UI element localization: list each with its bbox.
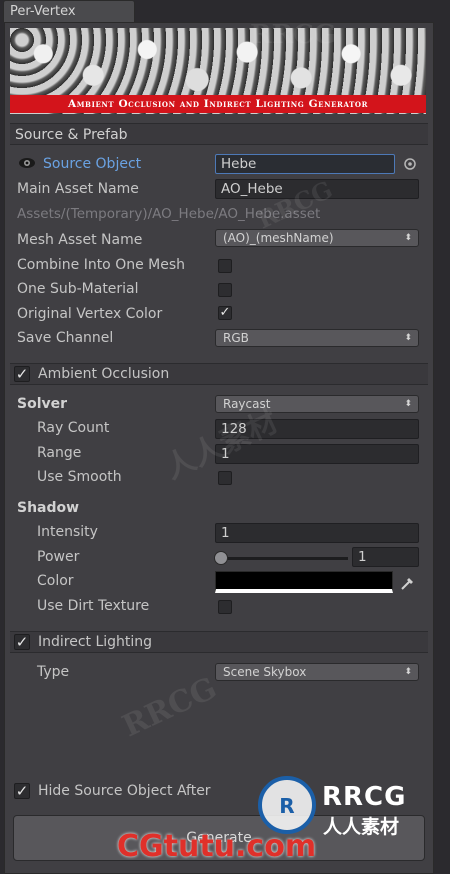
- svg-text:R: R: [279, 794, 294, 818]
- eye-icon[interactable]: [18, 155, 36, 171]
- save-channel-dropdown[interactable]: RGB ⬍: [215, 329, 419, 347]
- intensity-label: Intensity: [37, 524, 98, 540]
- check-icon: ✓: [15, 782, 29, 800]
- one-sub-material-label: One Sub-Material: [17, 281, 139, 297]
- main-asset-name-label: Main Asset Name: [17, 181, 139, 197]
- dropdown-arrow-icon: ⬍: [404, 399, 412, 409]
- power-slider-handle[interactable]: [214, 551, 228, 565]
- power-slider-track[interactable]: [218, 557, 348, 560]
- combine-mesh-label: Combine Into One Mesh: [17, 257, 186, 273]
- dropdown-arrow-icon: ⬍: [404, 333, 412, 343]
- object-picker-icon[interactable]: [403, 157, 417, 171]
- use-smooth-label: Use Smooth: [37, 469, 122, 485]
- check-icon: ✓: [15, 365, 29, 383]
- dropdown-arrow-icon: ⬍: [404, 667, 412, 677]
- type-label: Type: [37, 664, 70, 680]
- mesh-asset-name-value: (AO)_(meshName): [223, 231, 334, 245]
- color-label: Color: [37, 573, 74, 589]
- source-object-label: Source Object: [43, 156, 142, 172]
- original-vertex-color-checkbox[interactable]: ✓: [218, 306, 232, 320]
- check-icon: ✓: [219, 305, 231, 320]
- hide-source-label: Hide Source Object After: [38, 783, 211, 799]
- save-channel-label: Save Channel: [17, 330, 114, 346]
- section-header-source-prefab: Source & Prefab: [10, 123, 428, 145]
- original-vertex-color-label: Original Vertex Color: [17, 306, 163, 322]
- shadow-label: Shadow: [17, 500, 80, 516]
- source-object-field[interactable]: Hebe: [215, 154, 395, 174]
- combine-mesh-checkbox[interactable]: [218, 259, 232, 273]
- check-icon: ✓: [15, 633, 29, 651]
- use-smooth-checkbox[interactable]: [218, 471, 232, 485]
- ray-count-label: Ray Count: [37, 420, 110, 436]
- type-value: Scene Skybox: [223, 665, 307, 679]
- save-channel-value: RGB: [223, 331, 249, 345]
- one-sub-material-checkbox[interactable]: [218, 283, 232, 297]
- banner-title: Ambient Occlusion and Indirect Lighting …: [10, 95, 426, 113]
- power-label: Power: [37, 549, 80, 565]
- tab-per-vertex[interactable]: Per-Vertex: [3, 0, 135, 22]
- intensity-field[interactable]: 1: [215, 523, 419, 543]
- hide-source-checkbox[interactable]: ✓: [14, 783, 30, 799]
- watermark-text: RRCG: [250, 20, 337, 50]
- shadow-color-swatch[interactable]: [215, 571, 393, 593]
- range-label: Range: [37, 445, 82, 461]
- logo-rrcg-text: RRCG: [322, 782, 407, 812]
- power-field[interactable]: 1: [352, 547, 419, 567]
- dropdown-arrow-icon: ⬍: [404, 233, 412, 243]
- mesh-asset-name-label: Mesh Asset Name: [17, 232, 143, 248]
- mesh-asset-name-dropdown[interactable]: (AO)_(meshName) ⬍: [215, 229, 419, 247]
- section-title: Source & Prefab: [15, 127, 128, 143]
- solver-label: Solver: [17, 396, 68, 412]
- eyedropper-icon[interactable]: [399, 574, 417, 592]
- indirect-lighting-title: Indirect Lighting: [38, 634, 153, 650]
- indirect-lighting-toggle[interactable]: ✓: [14, 634, 30, 650]
- rrcg-logo-icon: R: [258, 776, 316, 834]
- type-dropdown[interactable]: Scene Skybox ⬍: [215, 663, 419, 681]
- ambient-occlusion-toggle[interactable]: ✓: [14, 366, 30, 382]
- use-dirt-texture-checkbox[interactable]: [218, 600, 232, 614]
- logo-cn-text: 人人素材: [323, 816, 400, 838]
- use-dirt-texture-label: Use Dirt Texture: [37, 598, 150, 614]
- ambient-occlusion-title: Ambient Occlusion: [38, 366, 170, 382]
- site-watermark: CGtutu.com: [117, 829, 317, 864]
